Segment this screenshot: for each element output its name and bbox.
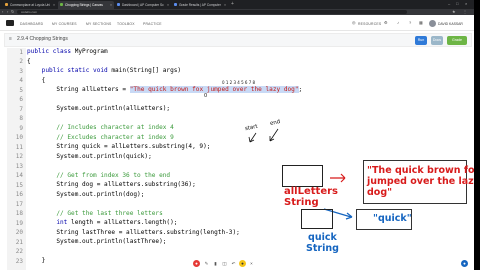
browser-window: Commonplace at Loyola Uni × Chopping Str…: [0, 0, 474, 270]
string-value-text: "The quick brown fox jumped over the laz…: [367, 165, 474, 198]
all-letters-label: allLetters String: [284, 186, 338, 208]
close-toolbar-icon[interactable]: ×: [248, 260, 255, 267]
video-frame: Commonplace at Loyola Uni × Chopping Str…: [0, 0, 480, 270]
color-picker-icon[interactable]: ●: [239, 260, 246, 267]
all-letters-variable-box: [282, 165, 323, 187]
annotation-toolbar: ● ✎ ▮ ◫ ↶ ● × ●: [0, 258, 474, 270]
record-icon[interactable]: ●: [193, 260, 200, 267]
quick-variable-box: [301, 209, 333, 229]
eraser-icon[interactable]: ◫: [221, 260, 228, 267]
pen-icon[interactable]: ✎: [203, 260, 210, 267]
chat-icon[interactable]: ●: [461, 260, 468, 267]
quick-value-text: "quick": [373, 213, 412, 224]
undo-icon[interactable]: ↶: [230, 260, 237, 267]
quick-label: quick String: [306, 232, 339, 254]
highlighter-icon[interactable]: ▮: [212, 260, 219, 267]
